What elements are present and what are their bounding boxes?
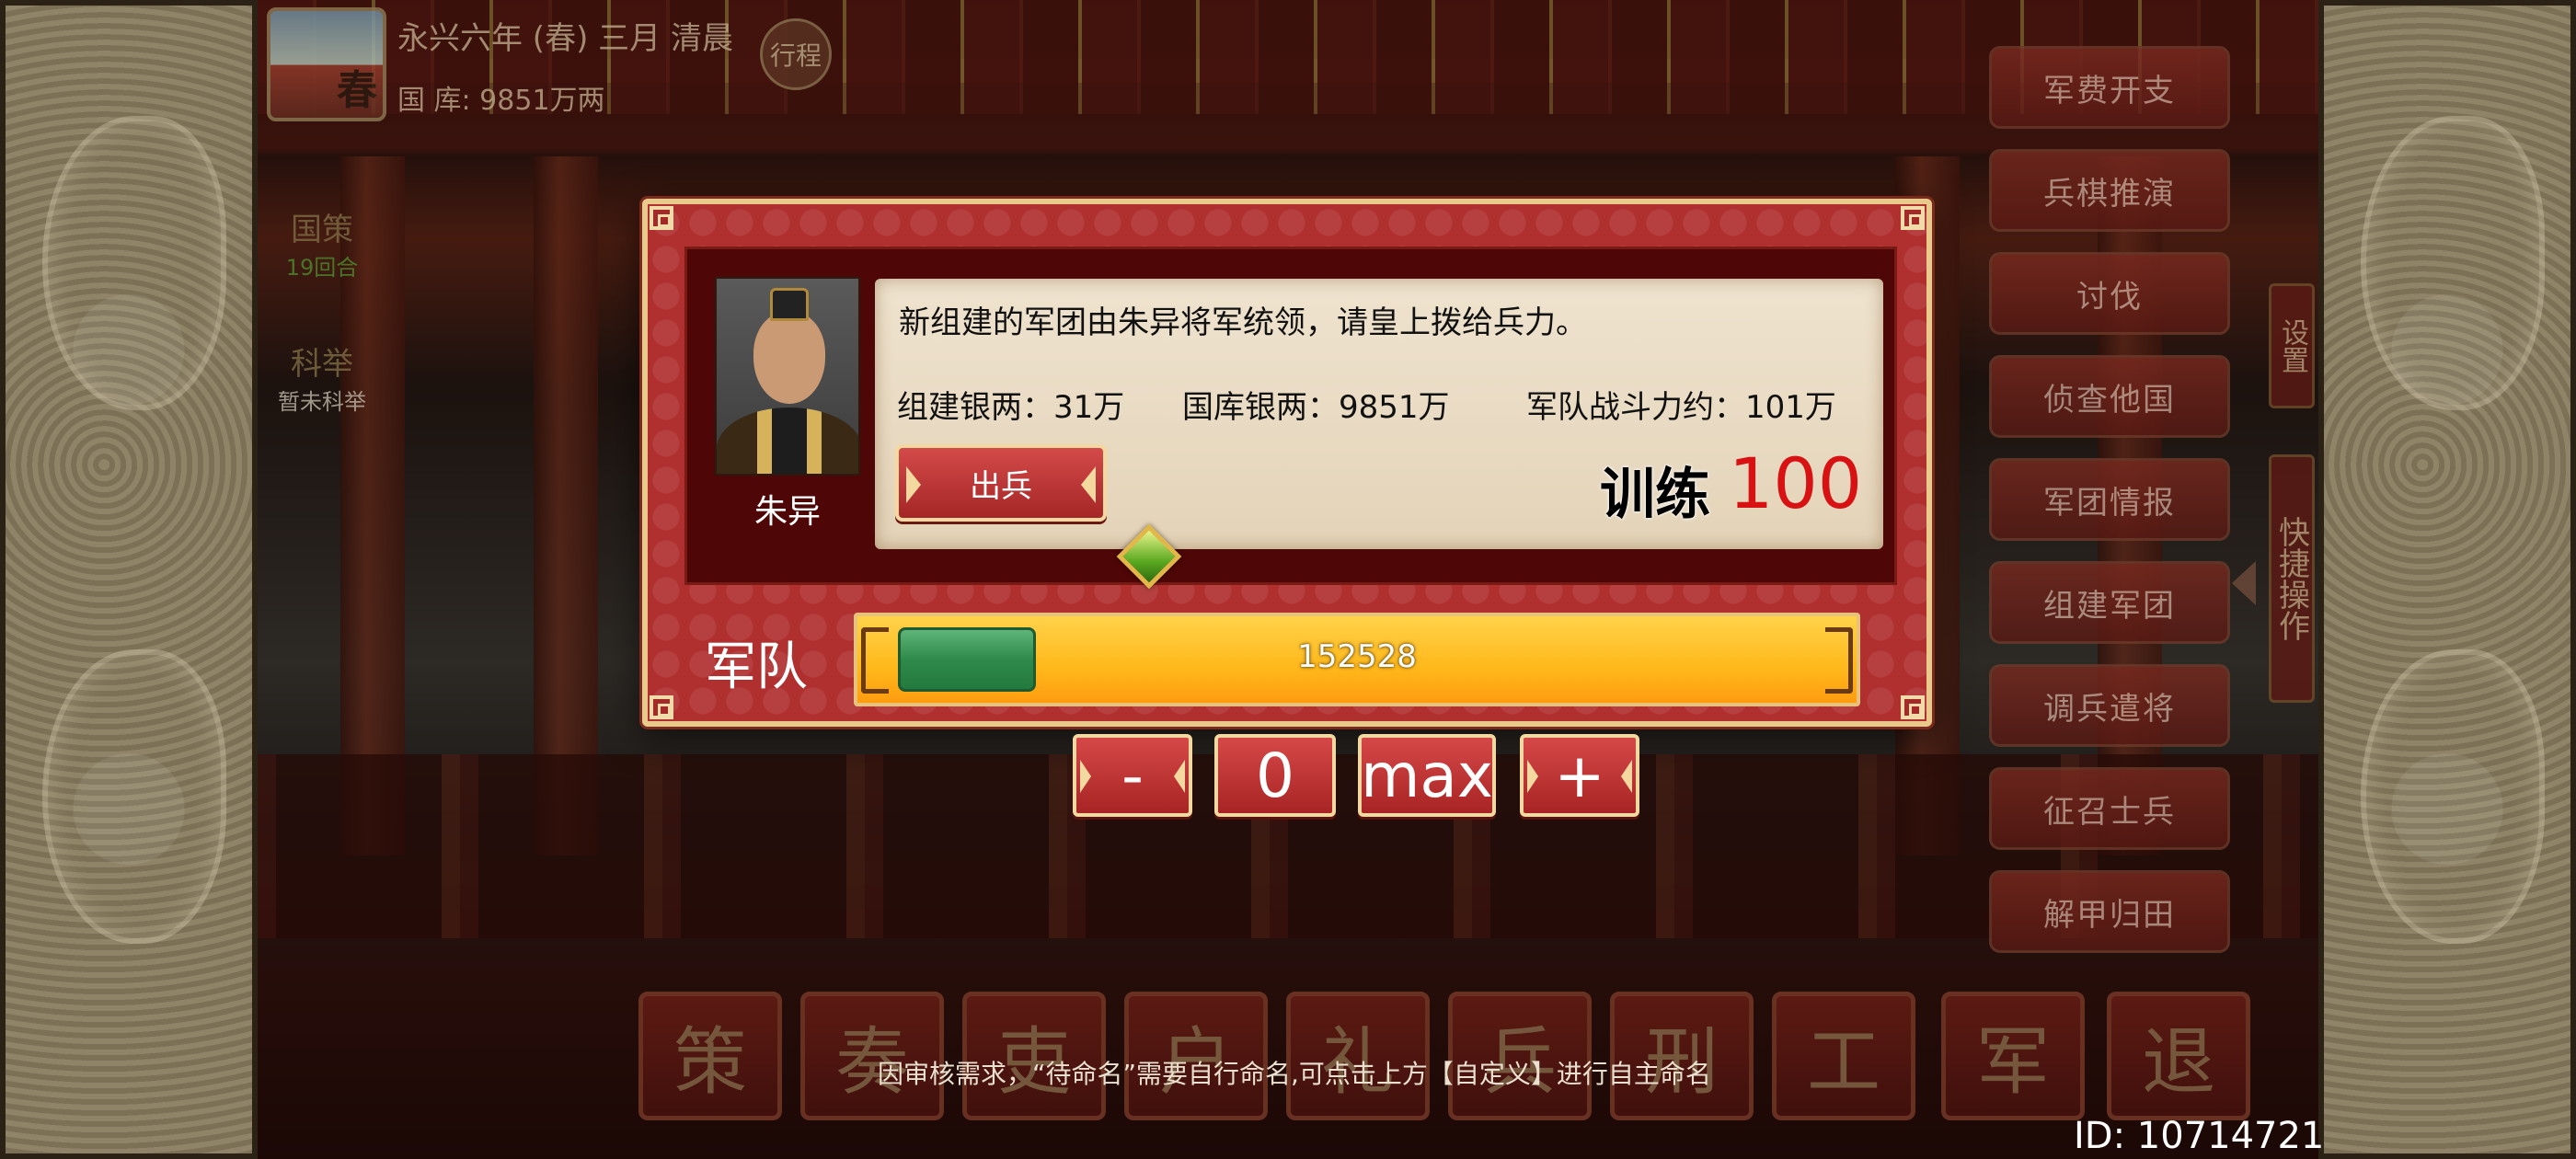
army-label: 军队 xyxy=(705,637,808,697)
bottom-tile-policy[interactable]: 策 xyxy=(638,992,782,1120)
menu-military-expense[interactable]: 军费开支 xyxy=(1989,46,2230,129)
exam-status: 暂未科举 xyxy=(278,389,366,415)
policy-turns: 19回合 xyxy=(285,255,359,281)
bottom-tile-exit[interactable]: 退 xyxy=(2107,992,2250,1120)
general-info-panel: 朱异 新组建的军团由朱异将军统领，请皇上拨给兵力。 组建银两：31万 国库银两：… xyxy=(684,247,1897,585)
user-id: ID: 10714721 xyxy=(2074,1115,2325,1157)
army-slider[interactable]: 152528 xyxy=(854,613,1860,706)
dragon-ornament xyxy=(2361,116,2545,410)
dragon-ornament xyxy=(42,116,226,410)
quick-ops-tab[interactable]: 快捷操作 xyxy=(2269,454,2315,703)
form-legion-dialog: 朱异 新组建的军团由朱异将军统领，请皇上拨给兵力。 组建银两：31万 国库银两：… xyxy=(642,199,1932,727)
dragon-ornament xyxy=(2361,649,2545,944)
policy-tag[interactable]: 国策 19回合 xyxy=(267,204,377,281)
menu-conscript[interactable]: 征召士兵 xyxy=(1989,767,2230,850)
army-count: 152528 xyxy=(1297,638,1417,675)
collapse-arrow-icon[interactable] xyxy=(2232,561,2256,605)
increase-button[interactable]: + xyxy=(1520,734,1639,817)
policy-title: 国策 xyxy=(291,212,353,248)
menu-form-legion[interactable]: 组建军团 xyxy=(1989,561,2230,644)
right-border-panel xyxy=(2318,0,2576,1159)
season-badge[interactable]: 春 xyxy=(267,7,386,121)
formation-cost: 组建银两：31万 xyxy=(897,389,1125,426)
menu-disband[interactable]: 解甲归田 xyxy=(1989,870,2230,953)
menu-legion-intel[interactable]: 军团情报 xyxy=(1989,458,2230,541)
portrait-hat xyxy=(770,288,809,321)
army-strength: 军队战斗力约：101万 xyxy=(1526,389,1836,426)
corner-ornament xyxy=(650,206,673,230)
corner-ornament xyxy=(650,695,673,719)
training-label: 训练 xyxy=(1600,463,1710,527)
corner-ornament xyxy=(1901,206,1925,230)
message-parchment: 新组建的军团由朱异将军统领，请皇上拨给兵力。 组建银两：31万 国库银两：985… xyxy=(875,279,1883,549)
bottom-tile-works[interactable]: 工 xyxy=(1772,992,1915,1120)
corner-ornament xyxy=(1901,695,1925,719)
treasury-silver: 国库银两：9851万 xyxy=(1182,389,1450,426)
quantity-value[interactable]: 0 xyxy=(1214,734,1336,817)
schedule-button[interactable]: 行程 xyxy=(760,18,832,90)
dispatch-button[interactable]: 出兵 xyxy=(895,444,1107,522)
menu-war-game[interactable]: 兵棋推演 xyxy=(1989,149,2230,232)
treasury-amount: 国 库: 9851万两 xyxy=(397,85,605,117)
decrease-button[interactable]: - xyxy=(1073,734,1192,817)
portrait-face xyxy=(753,312,825,404)
portrait-robe xyxy=(717,407,858,474)
left-border-panel xyxy=(0,0,258,1159)
menu-campaign[interactable]: 讨伐 xyxy=(1989,252,2230,335)
general-portrait xyxy=(715,277,860,476)
naming-notice: 因审核需求，“待命名”需要自行命名,可点击上方【自定义】进行自主命名 xyxy=(878,1059,1711,1089)
dragon-ornament xyxy=(42,649,226,944)
season-label: 春 xyxy=(337,67,377,114)
menu-deploy-generals[interactable]: 调兵遣将 xyxy=(1989,664,2230,747)
settings-tab[interactable]: 设置 xyxy=(2269,283,2315,408)
dialog-message: 新组建的军团由朱异将军统领，请皇上拨给兵力。 xyxy=(899,304,1587,341)
general-name: 朱异 xyxy=(753,493,821,531)
exam-title: 科举 xyxy=(291,346,353,383)
game-date: 永兴六年 (春) 三月 清晨 xyxy=(397,20,733,57)
training-value: 100 xyxy=(1729,442,1863,524)
exam-tag[interactable]: 科举 暂未科举 xyxy=(267,339,377,416)
max-button[interactable]: max xyxy=(1358,734,1496,817)
menu-scout[interactable]: 侦查他国 xyxy=(1989,355,2230,438)
bottom-tile-army[interactable]: 军 xyxy=(1941,992,2085,1120)
